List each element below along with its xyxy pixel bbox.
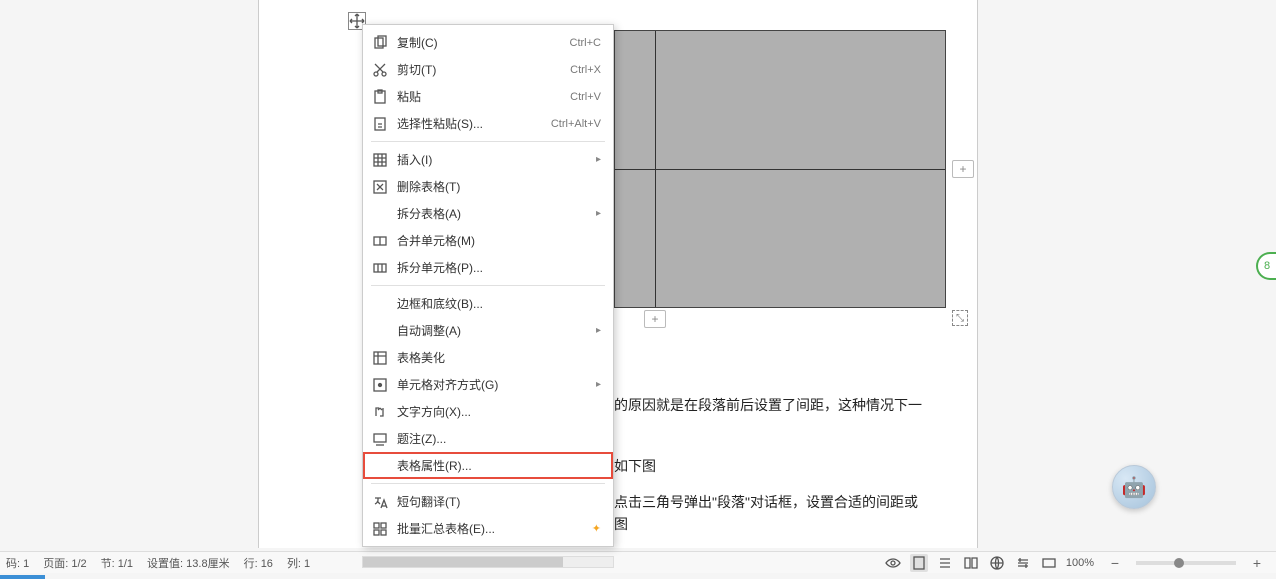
- menu-copy[interactable]: 复制(C) Ctrl+C: [363, 29, 613, 56]
- status-page-no[interactable]: 码: 1: [6, 555, 29, 571]
- menu-label: 自动调整(A): [397, 322, 590, 339]
- split-cells-icon: [371, 259, 389, 277]
- menu-label: 单元格对齐方式(G): [397, 376, 590, 393]
- status-section[interactable]: 节: 1/1: [101, 555, 133, 571]
- zoom-out-icon[interactable]: −: [1106, 554, 1124, 572]
- menu-alignment[interactable]: 单元格对齐方式(G) ▸: [363, 371, 613, 398]
- menu-borders[interactable]: 边框和底纹(B)...: [363, 290, 613, 317]
- menu-translate[interactable]: 短句翻译(T): [363, 488, 613, 515]
- outline-view-icon[interactable]: [936, 554, 954, 572]
- status-bar: 码: 1 页面: 1/2 节: 1/1 设置值: 13.8厘米 行: 16 列:…: [0, 551, 1276, 573]
- menu-label: 选择性粘贴(S)...: [397, 115, 551, 132]
- menu-label: 题注(Z)...: [397, 430, 601, 447]
- paste-icon: [371, 88, 389, 106]
- document-text: 图: [614, 514, 628, 534]
- menu-separator: [371, 285, 605, 286]
- menu-shortcut: Ctrl+X: [570, 64, 601, 76]
- caption-icon: [371, 430, 389, 448]
- submenu-arrow-icon: ▸: [596, 379, 601, 390]
- menu-summary[interactable]: 批量汇总表格(E)... ✦: [363, 515, 613, 542]
- page-view-icon[interactable]: [910, 554, 928, 572]
- summary-icon: [371, 520, 389, 538]
- menu-table-properties[interactable]: 表格属性(R)...: [363, 452, 613, 479]
- insert-table-icon: [371, 151, 389, 169]
- plus-icon: +: [959, 162, 966, 176]
- table-resize-handle[interactable]: ⤡: [952, 310, 968, 326]
- reading-view-icon[interactable]: [962, 554, 980, 572]
- submenu-arrow-icon: ▸: [596, 154, 601, 165]
- menu-label: 删除表格(T): [397, 178, 601, 195]
- menu-separator: [371, 141, 605, 142]
- side-badge[interactable]: 8: [1256, 252, 1276, 280]
- document-table[interactable]: [614, 30, 946, 308]
- menu-insert[interactable]: 插入(I) ▸: [363, 146, 613, 173]
- status-line[interactable]: 行: 16: [244, 555, 273, 571]
- menu-cut[interactable]: 剪切(T) Ctrl+X: [363, 56, 613, 83]
- paste-special-icon: [371, 115, 389, 133]
- menu-label: 复制(C): [397, 34, 570, 51]
- text-direction-icon: [371, 403, 389, 421]
- status-position[interactable]: 设置值: 13.8厘米: [147, 555, 230, 571]
- merge-cells-icon: [371, 232, 389, 250]
- add-row-button[interactable]: +: [644, 310, 666, 328]
- menu-separator: [371, 483, 605, 484]
- menu-label: 文字方向(X)...: [397, 403, 601, 420]
- alignment-icon: [371, 376, 389, 394]
- menu-label: 拆分单元格(P)...: [397, 259, 601, 276]
- table-row-divider: [615, 169, 945, 170]
- menu-beautify[interactable]: 表格美化: [363, 344, 613, 371]
- menu-text-direction[interactable]: 文字方向(X)...: [363, 398, 613, 425]
- translate-icon: [371, 493, 389, 511]
- menu-label: 剪切(T): [397, 61, 570, 78]
- zoom-level[interactable]: 100%: [1066, 557, 1094, 569]
- menu-caption[interactable]: 题注(Z)...: [363, 425, 613, 452]
- menu-merge-cells[interactable]: 合并单元格(M): [363, 227, 613, 254]
- menu-label: 拆分表格(A): [397, 205, 590, 222]
- menu-delete-table[interactable]: 删除表格(T): [363, 173, 613, 200]
- status-page[interactable]: 页面: 1/2: [43, 555, 86, 571]
- menu-label: 合并单元格(M): [397, 232, 601, 249]
- submenu-arrow-icon: ▸: [596, 208, 601, 219]
- menu-label: 粘贴: [397, 88, 570, 105]
- scrollbar-thumb[interactable]: [363, 557, 563, 567]
- menu-paste[interactable]: 粘贴 Ctrl+V: [363, 83, 613, 110]
- menu-label: 边框和底纹(B)...: [397, 295, 601, 312]
- plus-icon: +: [651, 312, 658, 326]
- web-view-icon[interactable]: [988, 554, 1006, 572]
- menu-scrollbar[interactable]: [362, 556, 614, 568]
- active-indicator: [0, 575, 45, 579]
- menu-label: 插入(I): [397, 151, 590, 168]
- table-context-menu: 复制(C) Ctrl+C 剪切(T) Ctrl+X 粘贴 Ctrl+V 选择性粘…: [362, 24, 614, 547]
- menu-shortcut: Ctrl+Alt+V: [551, 118, 601, 130]
- document-text: 如下图: [614, 456, 656, 476]
- settings-icon[interactable]: [1014, 554, 1032, 572]
- assistant-avatar[interactable]: 🤖: [1112, 465, 1156, 509]
- zoom-slider-thumb[interactable]: [1174, 558, 1184, 568]
- add-column-button[interactable]: +: [952, 160, 974, 178]
- fit-icon[interactable]: [1040, 554, 1058, 572]
- eye-icon[interactable]: [884, 554, 902, 572]
- menu-shortcut: Ctrl+V: [570, 91, 601, 103]
- menu-shortcut: Ctrl+C: [570, 37, 601, 49]
- copy-icon: [371, 34, 389, 52]
- menu-autofit[interactable]: 自动调整(A) ▸: [363, 317, 613, 344]
- menu-label: 表格美化: [397, 349, 601, 366]
- document-text: 的原因就是在段落前后设置了间距，这种情况下一: [614, 395, 922, 415]
- zoom-slider[interactable]: [1136, 561, 1236, 565]
- delete-table-icon: [371, 178, 389, 196]
- menu-split-cells[interactable]: 拆分单元格(P)...: [363, 254, 613, 281]
- menu-label: 表格属性(R)...: [397, 457, 601, 474]
- menu-split-table[interactable]: 拆分表格(A) ▸: [363, 200, 613, 227]
- submenu-arrow-icon: ▸: [596, 325, 601, 336]
- document-text: 点击三角号弹出"段落"对话框，设置合适的间距或: [614, 492, 918, 512]
- badge-text: 8: [1264, 260, 1270, 272]
- star-icon: ✦: [592, 522, 601, 535]
- status-column[interactable]: 列: 1: [287, 555, 310, 571]
- menu-paste-special[interactable]: 选择性粘贴(S)... Ctrl+Alt+V: [363, 110, 613, 137]
- beautify-icon: [371, 349, 389, 367]
- zoom-in-icon[interactable]: +: [1248, 554, 1266, 572]
- cut-icon: [371, 61, 389, 79]
- menu-label: 短句翻译(T): [397, 493, 601, 510]
- menu-label: 批量汇总表格(E)...: [397, 520, 586, 537]
